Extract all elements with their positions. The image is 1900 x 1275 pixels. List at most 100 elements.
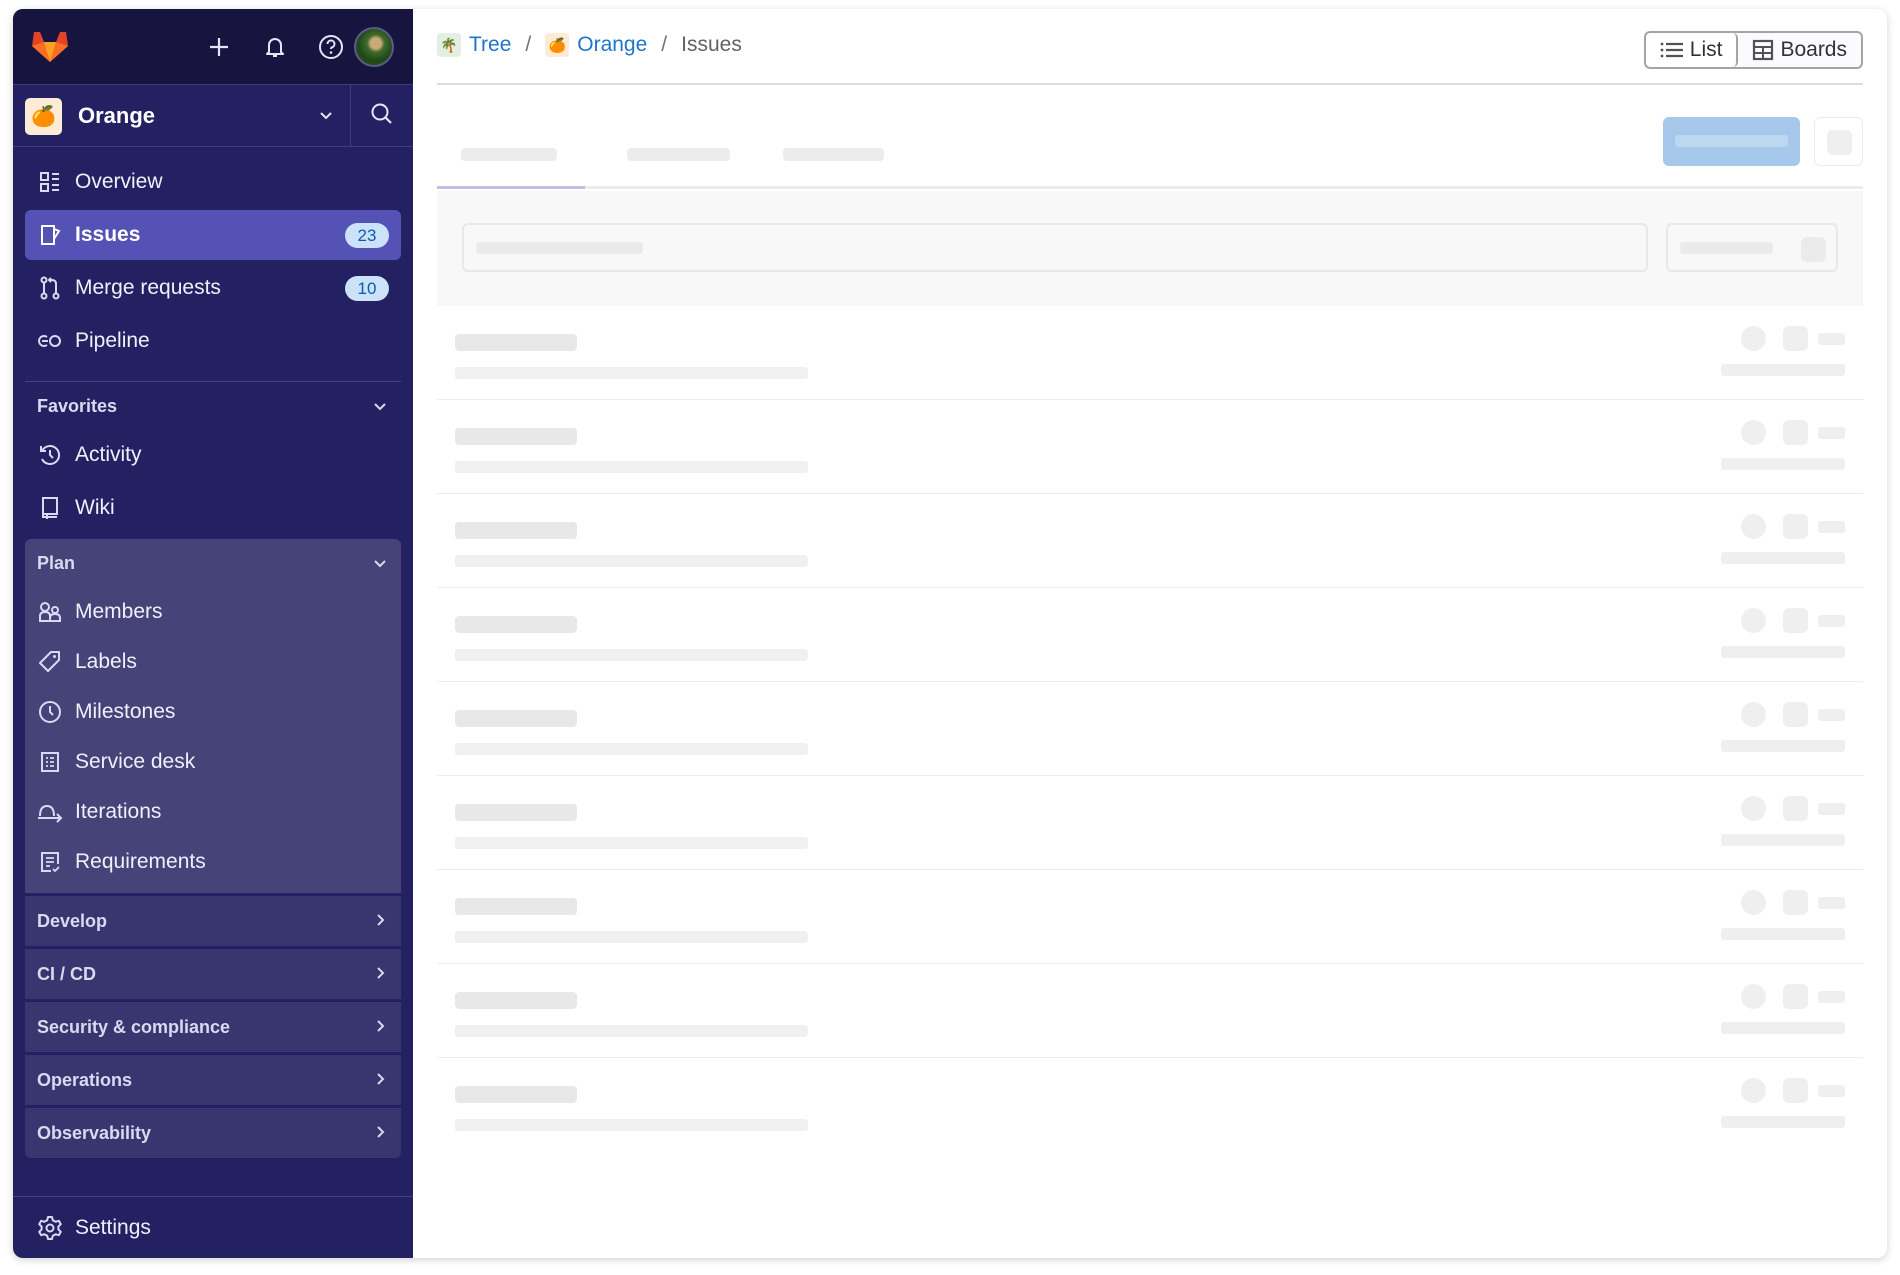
sidebar-item-requirements[interactable]: Requirements xyxy=(25,837,401,887)
count-skeleton xyxy=(1818,1085,1845,1097)
section-label: Observability xyxy=(37,1122,152,1143)
assignee-avatar-skeleton xyxy=(1741,326,1766,351)
question-circle-icon[interactable] xyxy=(315,31,347,63)
requirements-icon xyxy=(37,849,63,875)
status-icon-skeleton xyxy=(1783,514,1808,539)
chevron-down-icon xyxy=(373,556,387,575)
breadcrumb-current: Issues xyxy=(681,33,742,56)
sidebar-item-members[interactable]: Members xyxy=(25,587,401,637)
sort-direction-skeleton xyxy=(1801,237,1826,262)
history-icon xyxy=(37,442,63,468)
tab-skeleton[interactable] xyxy=(783,148,884,161)
sidebar-item-label: Labels xyxy=(75,650,137,673)
issue-row-skeleton xyxy=(437,776,1863,870)
book-icon xyxy=(37,495,63,521)
issue-row-skeleton xyxy=(437,682,1863,776)
tab-skeleton[interactable] xyxy=(627,148,730,161)
issue-title-skeleton xyxy=(455,710,577,727)
clock-icon xyxy=(37,699,63,725)
updated-at-skeleton xyxy=(1721,646,1845,658)
sidebar-item-activity[interactable]: Activity xyxy=(25,430,401,480)
palm-tree-icon: 🌴 xyxy=(440,36,458,53)
issue-state-tabs-skeleton xyxy=(437,109,1863,189)
sidebar-item-milestones[interactable]: Milestones xyxy=(25,687,401,737)
bell-icon[interactable] xyxy=(259,31,291,63)
issue-row-skeleton xyxy=(437,870,1863,964)
breadcrumb-tree[interactable]: Tree xyxy=(469,33,511,57)
sidebar-section-develop[interactable]: Develop xyxy=(25,896,401,946)
assignee-avatar-skeleton xyxy=(1741,890,1766,915)
issue-meta-skeleton xyxy=(455,1025,808,1037)
breadcrumb-orange[interactable]: Orange xyxy=(577,33,647,57)
assignee-avatar-skeleton xyxy=(1741,514,1766,539)
issue-title-skeleton xyxy=(455,898,577,915)
sidebar-item-wiki[interactable]: Wiki xyxy=(25,483,401,533)
sidebar-item-issues[interactable]: Issues 23 xyxy=(25,210,401,260)
list-view-button[interactable]: List xyxy=(1645,33,1739,67)
sidebar-item-label: Settings xyxy=(75,1215,151,1239)
sidebar-section-observability[interactable]: Observability xyxy=(25,1108,401,1158)
status-icon-skeleton xyxy=(1783,608,1808,633)
sidebar-item-label: Merge requests xyxy=(75,276,221,299)
count-skeleton xyxy=(1818,427,1845,439)
boards-label: Boards xyxy=(1780,38,1847,61)
list-label: List xyxy=(1689,38,1723,61)
options-button-skeleton[interactable] xyxy=(1814,117,1863,166)
search-placeholder-skeleton xyxy=(476,242,643,254)
main-content: 🌴 Tree / 🍊 Orange / Issues List Boards xyxy=(413,9,1887,1258)
sidebar-item-pipeline[interactable]: Pipeline xyxy=(25,316,401,366)
filter-search-skeleton[interactable] xyxy=(462,223,1648,272)
search-button[interactable] xyxy=(351,85,413,147)
assignee-avatar-skeleton xyxy=(1741,702,1766,727)
sidebar-item-label: Iterations xyxy=(75,800,162,823)
breadcrumb-separator: / xyxy=(661,33,668,56)
count-skeleton xyxy=(1818,897,1845,909)
updated-at-skeleton xyxy=(1721,458,1845,470)
sidebar-top-bar xyxy=(13,9,413,85)
assignee-avatar-skeleton xyxy=(1741,608,1766,633)
issue-meta-skeleton xyxy=(455,931,808,943)
issue-row-skeleton xyxy=(437,588,1863,682)
favorites-section-header[interactable]: Favorites xyxy=(25,382,401,430)
sidebar-item-overview[interactable]: Overview xyxy=(25,157,401,207)
count-skeleton xyxy=(1818,709,1845,721)
assignee-avatar-skeleton xyxy=(1741,796,1766,821)
sidebar-item-service-desk[interactable]: Service desk xyxy=(25,737,401,787)
sidebar-section-ci-cd[interactable]: CI / CD xyxy=(25,949,401,999)
chevron-right-icon xyxy=(373,1019,387,1038)
sidebar-section-security-compliance[interactable]: Security & compliance xyxy=(25,1002,401,1052)
issues-icon xyxy=(37,222,63,248)
tree-group-icon: 🌴 xyxy=(437,33,461,57)
user-avatar[interactable] xyxy=(354,27,394,67)
sidebar: 🍊 Orange Overview Issues 23 Merge reques… xyxy=(13,9,413,1258)
sidebar-section-operations[interactable]: Operations xyxy=(25,1055,401,1105)
orange-project-icon: 🍊 xyxy=(545,33,570,57)
options-icon-skeleton xyxy=(1827,130,1852,155)
breadcrumb: 🌴 Tree / 🍊 Orange / Issues xyxy=(437,33,742,57)
chevron-right-icon xyxy=(373,1125,387,1144)
button-label-skeleton xyxy=(1675,135,1788,147)
sort-dropdown-skeleton[interactable] xyxy=(1666,223,1838,272)
list-icon xyxy=(1660,42,1683,58)
status-icon-skeleton xyxy=(1783,1078,1808,1103)
plus-icon[interactable] xyxy=(203,31,235,63)
tab-skeleton[interactable] xyxy=(461,148,557,161)
chevron-down-icon xyxy=(318,107,334,128)
gitlab-tanuki-icon[interactable] xyxy=(30,26,70,66)
filter-bar-skeleton xyxy=(437,191,1863,306)
issue-meta-skeleton xyxy=(455,367,808,379)
sidebar-item-settings[interactable]: Settings xyxy=(13,1196,413,1258)
issue-title-skeleton xyxy=(455,334,577,351)
merge-requests-count-badge: 10 xyxy=(345,276,389,301)
sidebar-item-iterations[interactable]: Iterations xyxy=(25,787,401,837)
sidebar-item-labels[interactable]: Labels xyxy=(25,637,401,687)
plan-section-header[interactable]: Plan xyxy=(25,539,401,587)
project-selector[interactable]: 🍊 Orange xyxy=(13,85,351,147)
status-icon-skeleton xyxy=(1783,420,1808,445)
sidebar-item-merge-requests[interactable]: Merge requests 10 xyxy=(25,263,401,313)
new-issue-button-skeleton[interactable] xyxy=(1663,117,1800,166)
boards-view-button[interactable]: Boards xyxy=(1738,33,1861,67)
status-icon-skeleton xyxy=(1783,326,1808,351)
issue-title-skeleton xyxy=(455,1086,577,1103)
service-desk-icon xyxy=(37,749,63,775)
